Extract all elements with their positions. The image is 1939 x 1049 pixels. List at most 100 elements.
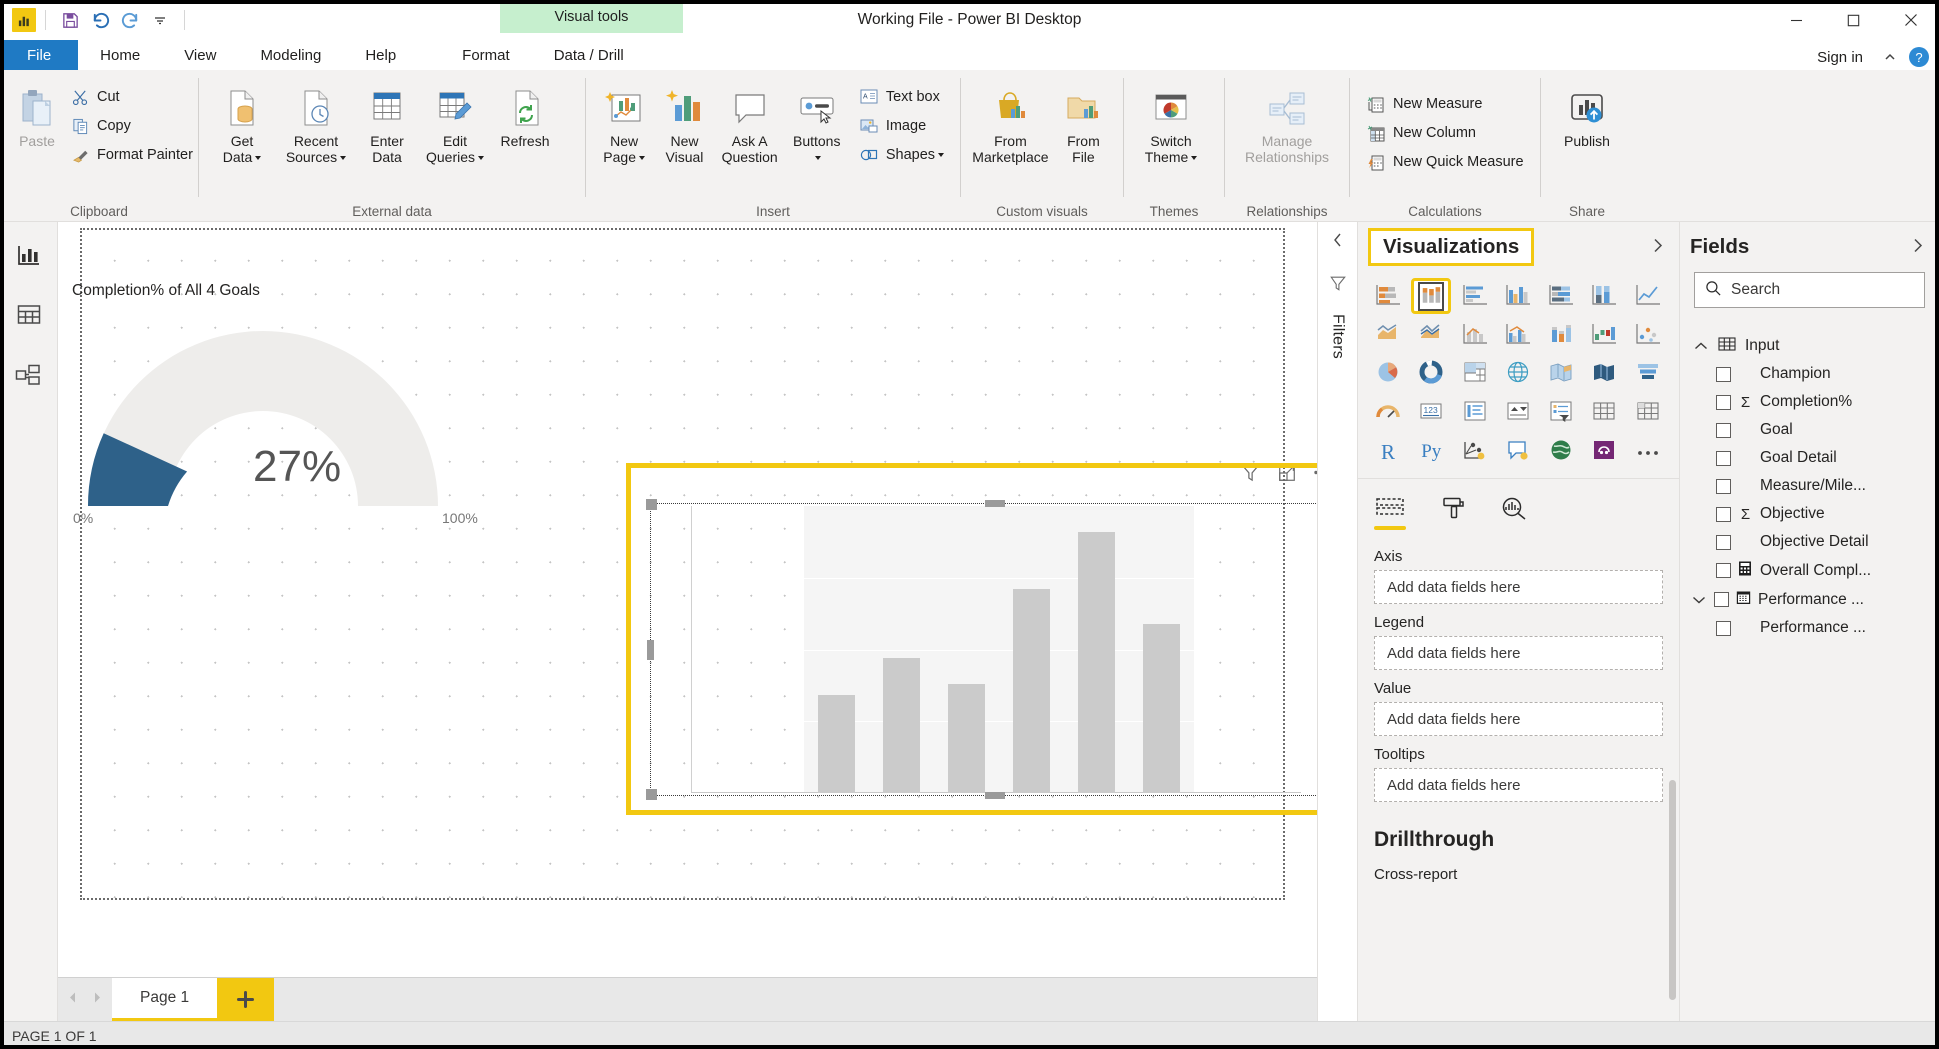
- chevron-down-icon[interactable]: [1690, 595, 1707, 605]
- viz-py-icon[interactable]: Py: [1413, 436, 1449, 468]
- tab-view[interactable]: View: [162, 40, 238, 70]
- viz-stacked-bar-chart-icon[interactable]: [1370, 280, 1406, 312]
- new-column-button[interactable]: New Column: [1360, 119, 1532, 147]
- add-page-button[interactable]: [217, 978, 275, 1021]
- field-champion[interactable]: Champion: [1690, 360, 1933, 388]
- viz-scatter-chart-icon[interactable]: [1630, 319, 1666, 351]
- tab-format-well[interactable]: [1436, 493, 1468, 530]
- viz-funnel-chart-icon[interactable]: [1630, 358, 1666, 390]
- tab-format[interactable]: Format: [440, 40, 532, 70]
- viz-qna-visual-icon[interactable]: [1500, 436, 1536, 468]
- viz-slicer-icon[interactable]: [1543, 397, 1579, 429]
- enter-data-button[interactable]: Enter Data: [355, 78, 419, 165]
- get-data-button[interactable]: Get Data: [207, 78, 277, 165]
- field-checkbox[interactable]: [1716, 506, 1731, 522]
- new-page-button[interactable]: New Page: [594, 78, 654, 165]
- viz-donut-chart-icon[interactable]: [1413, 358, 1449, 390]
- image-button[interactable]: Image: [853, 112, 952, 140]
- field-goal[interactable]: Goal: [1690, 416, 1933, 444]
- field-objective-detail[interactable]: Objective Detail: [1690, 528, 1933, 556]
- tab-help[interactable]: Help: [343, 40, 418, 70]
- resize-handle-w[interactable]: [647, 639, 654, 660]
- new-quick-measure-button[interactable]: New Quick Measure: [1360, 148, 1532, 176]
- resize-handle-sw[interactable]: [646, 789, 657, 800]
- manage-relationships-button[interactable]: Manage Relationships: [1233, 78, 1341, 165]
- chevron-down-icon[interactable]: [145, 5, 175, 35]
- viz-line-stacked-column-icon[interactable]: [1457, 319, 1493, 351]
- maximize-icon[interactable]: [1825, 0, 1882, 40]
- refresh-button[interactable]: Refresh: [491, 78, 559, 150]
- new-visual-button[interactable]: New Visual: [654, 78, 714, 165]
- text-box-button[interactable]: A Text box: [853, 83, 952, 111]
- minimize-icon[interactable]: [1768, 0, 1825, 40]
- new-measure-button[interactable]: New Measure: [1360, 90, 1532, 118]
- viz-area-chart-icon[interactable]: [1370, 319, 1406, 351]
- chart-bar[interactable]: [818, 695, 855, 793]
- tab-modeling[interactable]: Modeling: [238, 40, 343, 70]
- gauge-visual[interactable]: Completion% of All 4 Goals 27% 0% 100%: [68, 282, 488, 542]
- field-checkbox[interactable]: [1716, 394, 1731, 410]
- chevron-left-icon[interactable]: [1331, 232, 1345, 252]
- chevron-right-icon[interactable]: [1906, 233, 1929, 262]
- viz-globe-map-icon[interactable]: [1500, 358, 1536, 390]
- redo-icon[interactable]: [115, 5, 145, 35]
- viz-r-icon[interactable]: R: [1370, 436, 1406, 468]
- well-drop-value[interactable]: Add data fields here: [1374, 702, 1663, 736]
- field-checkbox[interactable]: [1716, 450, 1731, 466]
- help-icon[interactable]: ?: [1909, 47, 1929, 67]
- page-prev-icon[interactable]: [64, 988, 81, 1011]
- field-checkbox[interactable]: [1716, 534, 1731, 550]
- from-marketplace-button[interactable]: From Marketplace: [969, 78, 1052, 165]
- publish-button[interactable]: Publish: [1549, 78, 1625, 150]
- well-drop-tooltips[interactable]: Add data fields here: [1374, 768, 1663, 802]
- viz-filled-map-icon[interactable]: [1543, 358, 1579, 390]
- field-objective[interactable]: Σ Objective: [1690, 500, 1933, 528]
- from-file-button[interactable]: From File: [1052, 78, 1115, 165]
- search-input[interactable]: Search: [1694, 272, 1925, 308]
- format-painter-button[interactable]: Format Painter: [64, 141, 201, 169]
- chart-bar[interactable]: [883, 658, 920, 793]
- undo-icon[interactable]: [85, 5, 115, 35]
- viz-arcgis-icon[interactable]: [1543, 436, 1579, 468]
- viz-kpi-icon[interactable]: [1500, 397, 1536, 429]
- viz-matrix-icon[interactable]: [1630, 397, 1666, 429]
- viz-table-icon[interactable]: [1586, 397, 1622, 429]
- visualizations-pane-scrollbar[interactable]: [1669, 780, 1676, 1000]
- tab-fields-well[interactable]: [1374, 493, 1406, 530]
- chart-bar[interactable]: [948, 683, 985, 793]
- viz-waterfall-chart-icon[interactable]: [1586, 319, 1622, 351]
- resize-handle-s[interactable]: [985, 792, 1005, 799]
- field-checkbox[interactable]: [1716, 422, 1731, 438]
- viz-pct-stacked-bar-chart-icon[interactable]: [1543, 280, 1579, 312]
- chevron-up-icon[interactable]: [1877, 44, 1903, 70]
- tab-file[interactable]: File: [0, 40, 79, 70]
- paste-button[interactable]: Paste: [16, 78, 58, 150]
- chart-bar[interactable]: [1078, 531, 1115, 793]
- field-completion-pct[interactable]: Σ Completion%: [1690, 388, 1933, 416]
- field-checkbox[interactable]: [1714, 592, 1729, 607]
- chevron-right-icon[interactable]: [1646, 233, 1669, 262]
- viz-key-influencers-icon[interactable]: [1457, 436, 1493, 468]
- viz-pie-chart-icon[interactable]: [1370, 358, 1406, 390]
- field-checkbox[interactable]: [1716, 563, 1731, 578]
- field-measure-milestone[interactable]: Measure/Mile...: [1690, 472, 1933, 500]
- sidebar-item-data-view[interactable]: [8, 296, 50, 334]
- chevron-up-icon[interactable]: [1692, 341, 1709, 351]
- resize-handle-nw[interactable]: [646, 499, 657, 510]
- recent-sources-button[interactable]: Recent Sources: [277, 78, 355, 165]
- field-overall-completion[interactable]: Overall Compl...: [1690, 556, 1933, 585]
- field-performance-hierarchy[interactable]: Performance ...: [1690, 585, 1933, 614]
- field-checkbox[interactable]: [1716, 366, 1731, 382]
- sidebar-item-model-view[interactable]: [8, 356, 50, 394]
- column-chart-visual[interactable]: [646, 464, 1317, 800]
- ask-a-question-button[interactable]: Ask A Question: [715, 78, 785, 165]
- switch-theme-button[interactable]: Switch Theme: [1132, 78, 1210, 165]
- viz-clustered-bar-chart-icon[interactable]: [1457, 280, 1493, 312]
- viz-treemap-icon[interactable]: [1457, 358, 1493, 390]
- page-next-icon[interactable]: [89, 988, 106, 1011]
- viz-get-more-visuals-ellipsis-icon[interactable]: [1630, 436, 1666, 468]
- viz-line-clustered-column-icon[interactable]: [1500, 319, 1536, 351]
- shapes-button[interactable]: Shapes: [853, 141, 952, 169]
- page-tab-page-1[interactable]: Page 1: [112, 978, 218, 1021]
- cut-button[interactable]: Cut: [64, 83, 201, 111]
